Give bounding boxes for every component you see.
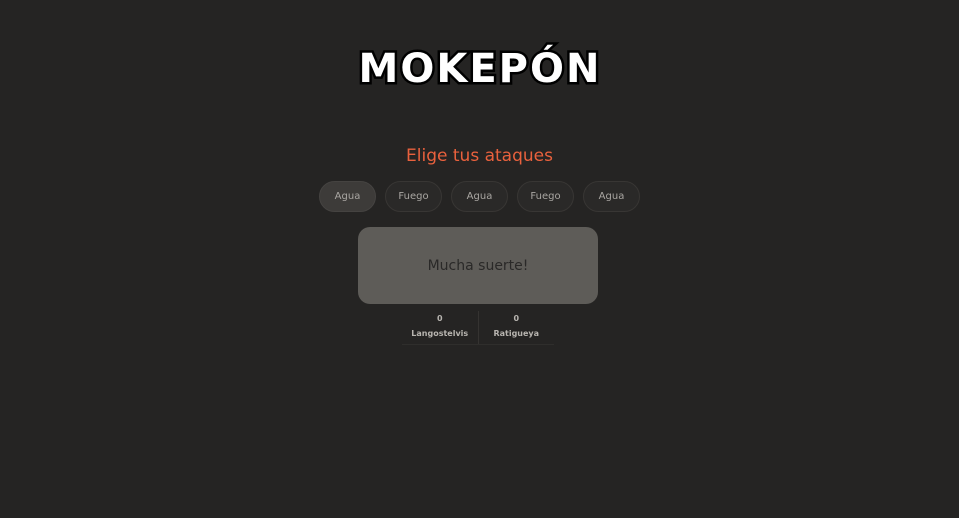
enemy-score: 0 — [513, 314, 520, 323]
player-pet-name: Langostelvis — [411, 329, 469, 338]
player-score: 0 — [436, 314, 443, 323]
enemy-score-column: 0 Ratigueya — [479, 311, 555, 344]
attack-button-agua-3[interactable]: Agua — [583, 181, 640, 212]
scoreboard: 0 Langostelvis 0 Ratigueya — [402, 311, 554, 345]
attack-button-fuego-2[interactable]: Fuego — [517, 181, 574, 212]
attack-button-agua-1[interactable]: Agua — [319, 181, 376, 212]
player-score-column: 0 Langostelvis — [402, 311, 479, 344]
battle-message: Mucha suerte! — [427, 257, 529, 274]
game-logo: MOKEPÓN — [0, 38, 959, 98]
battle-message-box: Mucha suerte! — [358, 227, 598, 304]
logo-wordmark: MOKEPÓN — [356, 42, 602, 95]
attack-buttons: Agua Fuego Agua Fuego Agua — [0, 181, 959, 212]
logo-text: MOKEPÓN — [358, 44, 601, 92]
attack-button-agua-2[interactable]: Agua — [451, 181, 508, 212]
attack-button-fuego-1[interactable]: Fuego — [385, 181, 442, 212]
attack-section-title: Elige tus ataques — [406, 146, 553, 166]
enemy-pet-name: Ratigueya — [493, 329, 540, 338]
